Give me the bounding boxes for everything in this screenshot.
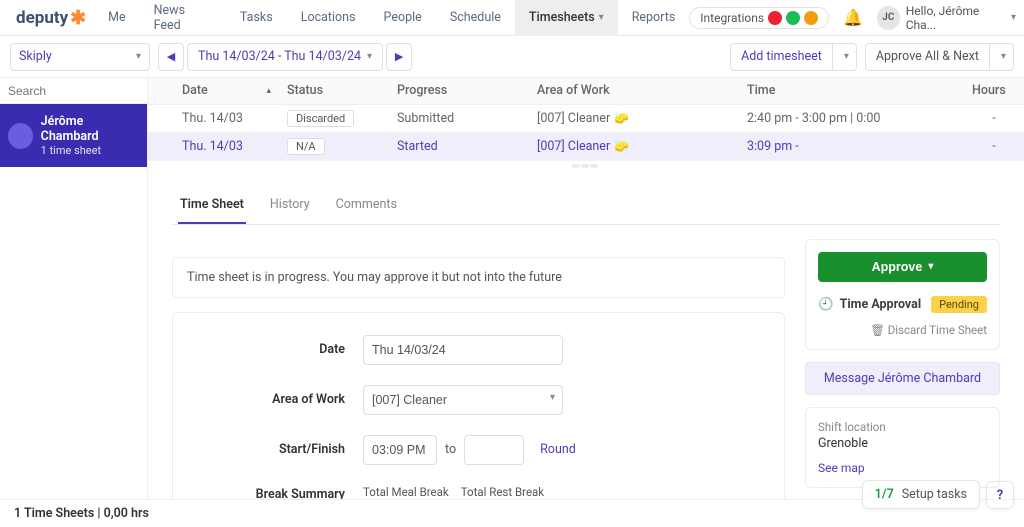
nav-schedule[interactable]: Schedule [436, 0, 515, 36]
area-select[interactable] [363, 385, 563, 415]
date-next-button[interactable]: ▶ [386, 43, 412, 71]
status-badge: Discarded [287, 110, 354, 127]
nav-me[interactable]: Me [94, 0, 140, 36]
person-avatar-icon [8, 123, 33, 149]
add-timesheet-menu-button[interactable]: ▾ [833, 43, 857, 71]
col-date[interactable]: Date▴ [174, 78, 279, 104]
integration-dot-1-icon [768, 11, 782, 25]
nav-reports[interactable]: Reports [618, 0, 690, 36]
sponge-icon: 🧽 [614, 139, 629, 153]
person-timesheet-count: 1 time sheet [41, 144, 139, 157]
tab-history[interactable]: History [268, 189, 312, 224]
sponge-icon: 🧽 [614, 111, 629, 125]
integration-dot-2-icon [786, 11, 800, 25]
nav-locations[interactable]: Locations [287, 0, 370, 36]
chevron-down-icon: ▾ [844, 51, 849, 62]
col-hours[interactable]: Hours [964, 78, 1024, 104]
help-button[interactable]: ? [986, 481, 1014, 509]
search-input[interactable] [8, 84, 139, 98]
see-map-link[interactable]: See map [818, 461, 987, 475]
chevron-down-icon: ▾ [928, 261, 933, 272]
user-menu-chevron-icon[interactable]: ▾ [1011, 12, 1016, 23]
label-date: Date [203, 342, 363, 357]
label-area: Area of Work [203, 392, 363, 407]
location-dropdown[interactable]: Skiply▾ [10, 43, 150, 71]
start-time-input[interactable] [363, 435, 437, 465]
finish-time-input[interactable] [464, 435, 524, 465]
setup-tasks-button[interactable]: 1/7 Setup tasks [862, 480, 980, 509]
sort-asc-icon: ▴ [266, 86, 271, 96]
chevron-down-icon: ▾ [599, 12, 604, 23]
logo-asterisk-icon: ✱ [70, 6, 86, 29]
shift-location-value: Grenoble [818, 436, 987, 451]
col-time[interactable]: Time [739, 78, 964, 104]
nav-timesheets[interactable]: Timesheets▾ [515, 0, 618, 36]
add-timesheet-button[interactable]: Add timesheet [730, 43, 833, 71]
label-break-summary: Break Summary [203, 485, 363, 500]
person-card[interactable]: Jérôme Chambard 1 time sheet [0, 104, 147, 167]
chevron-down-icon: ▾ [1001, 51, 1006, 62]
hello-label: Hello, Jérôme Cha... [906, 4, 1007, 32]
approve-button[interactable]: Approve▾ [818, 252, 987, 282]
footer-summary: 1 Time Sheets | 0,00 hrs [14, 506, 149, 521]
date-prev-button[interactable]: ◀ [158, 43, 184, 71]
to-label: to [445, 442, 456, 457]
approve-all-menu-button[interactable]: ▾ [990, 43, 1014, 71]
col-status[interactable]: Status [279, 78, 389, 104]
table-row[interactable]: Thu. 14/03 N/A Started [007] Cleaner🧽 3:… [148, 132, 1024, 160]
table-row[interactable]: Thu. 14/03 Discarded Submitted [007] Cle… [148, 104, 1024, 132]
brand-logo: deputy✱ [16, 6, 86, 29]
clock-icon: 🕘 [818, 297, 834, 312]
pending-badge: Pending [931, 296, 987, 313]
tab-time-sheet[interactable]: Time Sheet [178, 189, 246, 224]
person-name: Jérôme Chambard [41, 114, 139, 144]
notifications-bell-icon[interactable]: 🔔 [843, 8, 863, 27]
label-start-finish: Start/Finish [203, 442, 363, 457]
integrations-chip[interactable]: Integrations [689, 7, 829, 29]
col-progress[interactable]: Progress [389, 78, 529, 104]
message-user-button[interactable]: Message Jérôme Chambard [805, 362, 1000, 395]
resize-grip-icon[interactable]: ═══ [148, 161, 1024, 171]
avatar[interactable]: JC [877, 6, 900, 30]
round-link[interactable]: Round [540, 442, 576, 457]
date-input[interactable] [363, 335, 563, 365]
status-badge: N/A [287, 138, 325, 155]
nav-people[interactable]: People [370, 0, 436, 36]
shift-location-label: Shift location [818, 420, 987, 434]
label-rest-break: Total Rest Break [461, 485, 544, 499]
nav-news-feed[interactable]: News Feed [140, 0, 226, 36]
label-meal-break: Total Meal Break [363, 485, 449, 499]
chevron-down-icon: ▾ [367, 51, 372, 62]
nav-tasks[interactable]: Tasks [226, 0, 287, 36]
integration-dot-3-icon [804, 11, 818, 25]
discard-timesheet-link[interactable]: 🗑 Discard Time Sheet [870, 323, 987, 337]
approve-all-button[interactable]: Approve All & Next [865, 43, 990, 71]
date-range-picker[interactable]: Thu 14/03/24 - Thu 14/03/24▾ [187, 43, 383, 71]
tab-comments[interactable]: Comments [334, 189, 399, 224]
info-banner: Time sheet is in progress. You may appro… [172, 257, 785, 298]
col-area[interactable]: Area of Work [529, 78, 739, 104]
chevron-down-icon: ▾ [136, 51, 141, 62]
